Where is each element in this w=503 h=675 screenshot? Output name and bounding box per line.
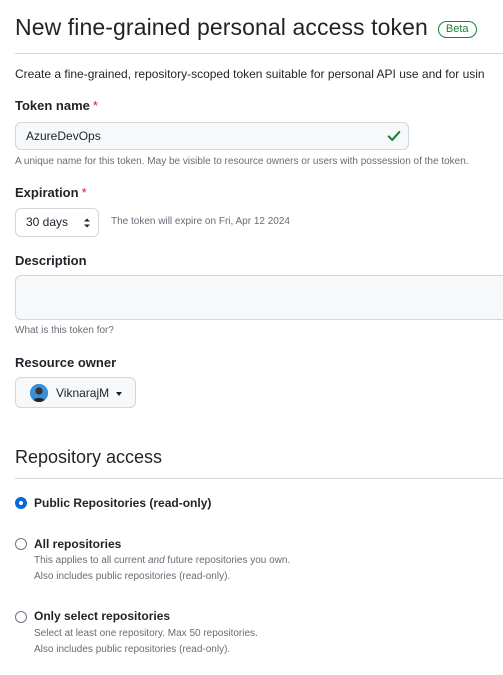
note-text: This applies to all current: [34, 555, 148, 566]
page-header: New fine-grained personal access token B…: [15, 14, 477, 41]
avatar: [30, 384, 48, 402]
description-input[interactable]: [15, 275, 503, 320]
option-select-repositories-label[interactable]: Only select repositories: [34, 609, 170, 623]
token-name-label: Token name *: [15, 98, 98, 113]
option-all-repositories-note-public: Also includes public repositories (read-…: [34, 571, 231, 582]
select-arrows-icon: [84, 218, 90, 228]
required-mark: *: [92, 98, 98, 113]
radio-all-repositories[interactable]: [15, 538, 27, 550]
resource-owner-name: ViknarajM: [56, 386, 110, 400]
description-help: What is this token for?: [15, 325, 114, 336]
radio-select-repositories[interactable]: [15, 611, 27, 623]
expiration-label: Expiration *: [15, 185, 87, 200]
radio-public-repositories[interactable]: [15, 497, 27, 509]
description-label: Description: [15, 253, 87, 268]
option-all-repositories-note: This applies to all current and future r…: [34, 555, 290, 566]
expiration-note: The token will expire on Fri, Apr 12 202…: [111, 216, 290, 227]
section-divider: [15, 478, 503, 479]
token-name-help: A unique name for this token. May be vis…: [15, 156, 469, 167]
beta-badge: Beta: [437, 20, 477, 38]
note-text: future repositories you own.: [164, 555, 291, 566]
option-public-repositories-label[interactable]: Public Repositories (read-only): [34, 496, 211, 510]
note-emphasis: and: [147, 555, 165, 566]
caret-down-icon: [116, 392, 122, 396]
option-select-repositories-note: Select at least one repository. Max 50 r…: [34, 628, 258, 639]
expiration-label-text: Expiration: [15, 185, 79, 200]
option-all-repositories-label[interactable]: All repositories: [34, 537, 121, 551]
resource-owner-button[interactable]: ViknarajM: [15, 377, 136, 408]
resource-owner-label: Resource owner: [15, 355, 117, 370]
header-divider: [15, 53, 503, 54]
expiration-select[interactable]: 30 days: [15, 208, 99, 237]
page-title: New fine-grained personal access token: [15, 14, 428, 40]
token-name-input[interactable]: AzureDevOps: [15, 122, 409, 150]
avatar-image: [30, 384, 48, 402]
repository-access-title: Repository access: [15, 447, 163, 467]
expiration-select-value: 30 days: [26, 215, 69, 229]
token-name-label-text: Token name: [15, 98, 90, 113]
required-mark: *: [81, 185, 87, 200]
check-icon: [387, 131, 401, 141]
intro-text: Create a fine-grained, repository-scoped…: [15, 67, 485, 81]
option-select-repositories-note-public: Also includes public repositories (read-…: [34, 644, 231, 655]
